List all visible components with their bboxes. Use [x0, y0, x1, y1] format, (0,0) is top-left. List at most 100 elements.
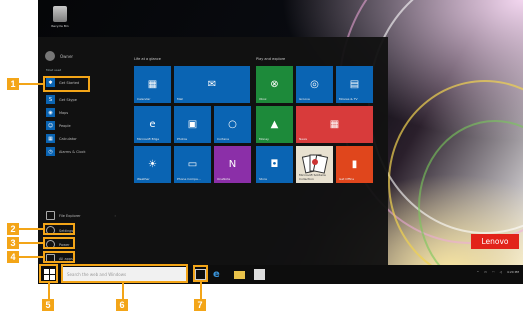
- group-heading-play: Play and explore: [256, 57, 286, 61]
- callout-lead-line: [19, 256, 43, 258]
- cortana-icon: ○: [228, 119, 237, 130]
- xbox-icon: ⊗: [270, 79, 279, 90]
- avatar: [45, 51, 55, 61]
- tile-money[interactable]: ▲ Money: [256, 106, 293, 143]
- callout-lead-line: [19, 83, 43, 85]
- user-account[interactable]: Owner: [45, 51, 73, 61]
- app-people[interactable]: ☺ People: [46, 121, 71, 130]
- store-icon: ◘: [270, 159, 279, 170]
- app-label: Alarms & Clock: [59, 149, 86, 154]
- callout-highlight-power: [43, 237, 75, 249]
- weather-icon: ☀: [148, 159, 157, 170]
- tile-solitaire[interactable]: Microsoft Solitaire Collection: [296, 146, 333, 183]
- app-maps[interactable]: ◉ Maps: [46, 108, 68, 117]
- tile-label: Photos: [177, 137, 188, 141]
- news-icon: ▦: [329, 119, 340, 130]
- photos-icon: ▣: [187, 119, 198, 130]
- mail-icon: ✉: [207, 79, 217, 90]
- file-explorer-label: File Explorer: [59, 213, 81, 218]
- tile-photos[interactable]: ▣ Photos: [174, 106, 211, 143]
- recycle-bin-label: Recycle Bin: [51, 24, 69, 28]
- calculator-icon: ▦: [46, 134, 55, 143]
- tile-store[interactable]: ◘ Store: [256, 146, 293, 183]
- tile-news[interactable]: ▦ News: [296, 106, 373, 143]
- file-explorer-item[interactable]: File Explorer ›: [46, 211, 116, 220]
- callout-highlight-get-started: [43, 76, 90, 92]
- tile-label: News: [299, 137, 308, 141]
- edge-icon[interactable]: e: [213, 269, 224, 280]
- callout-number: 1: [7, 78, 19, 90]
- tile-label: Calendar: [137, 97, 151, 101]
- tile-onenote[interactable]: N OneNote: [214, 146, 251, 183]
- people-icon: ☺: [46, 121, 55, 130]
- groove-icon: ◎: [310, 79, 319, 90]
- tile-calendar[interactable]: ▦ Calendar: [134, 66, 171, 103]
- tile-phone-companion[interactable]: ▭ Phone Compa...: [174, 146, 211, 183]
- start-menu: Owner Most used ✱ Get Started S Get Skype …: [38, 37, 388, 265]
- app-calculator[interactable]: ▦ Calculator: [46, 134, 77, 143]
- phone-icon: ▭: [187, 159, 198, 170]
- tile-label: Weather: [137, 177, 150, 181]
- app-label: Calculator: [59, 136, 77, 141]
- tile-movies-tv[interactable]: ▤ Movies & TV: [336, 66, 373, 103]
- tile-weather[interactable]: ☀ Weather: [134, 146, 171, 183]
- tile-label: Mail: [177, 97, 184, 101]
- callout-number: 4: [7, 251, 19, 263]
- folder-icon: [46, 211, 55, 220]
- callout-number: 5: [42, 299, 54, 311]
- calendar-icon: ▦: [147, 79, 158, 90]
- store-icon[interactable]: [254, 269, 265, 280]
- callout-lead-line: [200, 282, 202, 299]
- callout-lead-line: [19, 228, 43, 230]
- tile-label: Movies & TV: [339, 97, 358, 101]
- callout-highlight-task-view: [193, 265, 208, 282]
- lenovo-logo: Lenovo: [471, 234, 519, 249]
- tile-label: Microsoft Solitaire Collection: [299, 173, 326, 181]
- callout-lead-line: [19, 242, 43, 244]
- desktop-screen: Recycle Bin Owner Most used ✱ Get Started…: [38, 0, 523, 284]
- tile-xbox[interactable]: ⊗ Xbox: [256, 66, 293, 103]
- tile-label: Money: [259, 137, 269, 141]
- office-icon: ▮: [351, 159, 358, 170]
- tile-cortana[interactable]: ○ Cortana: [214, 106, 251, 143]
- maps-icon: ◉: [46, 108, 55, 117]
- onenote-icon: N: [228, 159, 237, 170]
- recycle-bin-icon: [53, 6, 67, 22]
- callout-highlight-search-box: [61, 264, 188, 283]
- tile-mail[interactable]: ✉ Mail: [174, 66, 250, 103]
- callout-number: 3: [7, 237, 19, 249]
- callout-highlight-start-button: [39, 264, 58, 283]
- tile-edge[interactable]: e Microsoft Edge: [134, 106, 171, 143]
- folder-icon[interactable]: [234, 271, 245, 279]
- callout-number: 2: [7, 223, 19, 235]
- system-tray: ^ ▭ ◠ ◁ 4:20 PM: [477, 270, 519, 274]
- wifi-icon[interactable]: ◠: [492, 270, 495, 274]
- app-alarms-clock[interactable]: ◷ Alarms & Clock: [46, 147, 86, 156]
- tile-get-office[interactable]: ▮ Get Office: [336, 146, 373, 183]
- tile-label: Store: [259, 177, 267, 181]
- app-label: Get Skype: [59, 97, 77, 102]
- user-name: Owner: [60, 53, 74, 59]
- tile-label: OneNote: [217, 177, 231, 181]
- group-heading-life: Life at a glance: [134, 57, 161, 61]
- callout-highlight-all-apps: [43, 251, 75, 263]
- chart-icon: ▲: [270, 119, 279, 130]
- recycle-bin[interactable]: Recycle Bin: [42, 6, 78, 28]
- clock[interactable]: 4:20 PM: [507, 270, 519, 274]
- tile-groove[interactable]: ◎ Groove: [296, 66, 333, 103]
- chevron-right-icon: ›: [114, 213, 116, 218]
- callout-number: 7: [194, 299, 206, 311]
- tile-label: Microsoft Edge: [137, 137, 160, 141]
- most-used-heading: Most used: [46, 68, 62, 72]
- tile-label: Phone Compa...: [177, 177, 201, 181]
- app-get-skype[interactable]: S Get Skype: [46, 95, 77, 104]
- volume-icon[interactable]: ◁: [500, 270, 502, 274]
- callout-lead-line: [122, 283, 124, 299]
- tile-label: Cortana: [217, 137, 229, 141]
- chevron-up-icon[interactable]: ^: [477, 270, 480, 274]
- alarm-icon: ◷: [46, 147, 55, 156]
- callout-number: 6: [116, 299, 128, 311]
- battery-icon[interactable]: ▭: [484, 270, 487, 274]
- skype-icon: S: [46, 95, 55, 104]
- tile-label: Get Office: [339, 177, 355, 181]
